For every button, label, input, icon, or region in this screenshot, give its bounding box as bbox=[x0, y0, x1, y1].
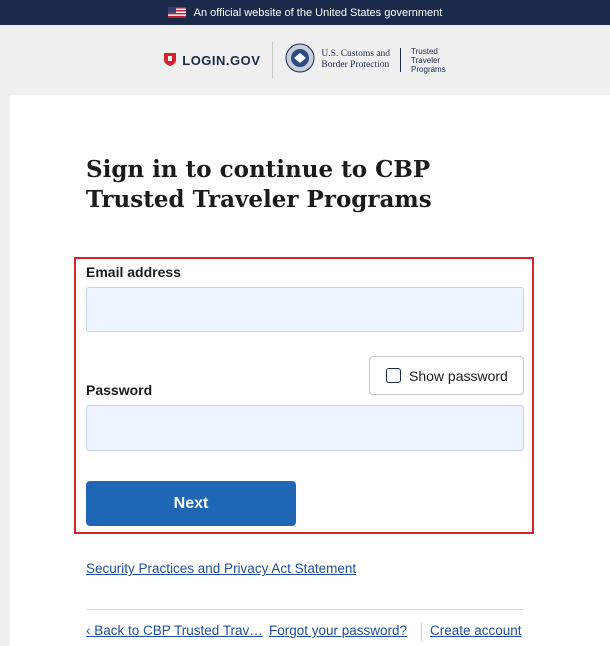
cbp-logo: U.S. Customs and Border Protection Trust… bbox=[285, 43, 446, 78]
footer-divider bbox=[86, 609, 524, 610]
show-password-checkbox[interactable] bbox=[386, 368, 401, 383]
agency-name: U.S. Customs and Border Protection bbox=[321, 49, 391, 70]
footer-link-separator bbox=[421, 623, 422, 641]
header-divider bbox=[272, 42, 274, 78]
security-privacy-link[interactable]: Security Practices and Privacy Act State… bbox=[86, 561, 356, 576]
page-title: Sign in to continue to CBP Trusted Trave… bbox=[86, 156, 432, 213]
gov-banner: An official website of the United States… bbox=[0, 0, 610, 25]
password-label: Password bbox=[86, 382, 153, 398]
program-name: Trusted Traveler Programs bbox=[411, 46, 446, 74]
login-gov-logo[interactable]: LOGIN.GOV bbox=[164, 52, 260, 69]
email-label: Email address bbox=[86, 264, 181, 280]
back-link[interactable]: ‹ Back to CBP Trusted Trav… bbox=[86, 623, 263, 638]
us-flag-icon bbox=[167, 7, 186, 18]
agency-separator bbox=[400, 48, 402, 72]
shield-icon bbox=[164, 52, 177, 69]
dhs-seal-icon bbox=[285, 43, 315, 78]
show-password-toggle[interactable]: Show password bbox=[369, 356, 524, 395]
site-header: LOGIN.GOV U.S. Customs and Border Protec… bbox=[0, 25, 610, 95]
email-field[interactable] bbox=[86, 287, 524, 332]
password-field[interactable] bbox=[86, 405, 524, 451]
show-password-label: Show password bbox=[409, 367, 508, 384]
next-button[interactable]: Next bbox=[86, 481, 296, 526]
login-gov-text: LOGIN.GOV bbox=[182, 52, 261, 68]
forgot-password-link[interactable]: Forgot your password? bbox=[269, 623, 407, 638]
gov-banner-text: An official website of the United States… bbox=[193, 6, 443, 19]
create-account-link[interactable]: Create account bbox=[430, 623, 522, 638]
